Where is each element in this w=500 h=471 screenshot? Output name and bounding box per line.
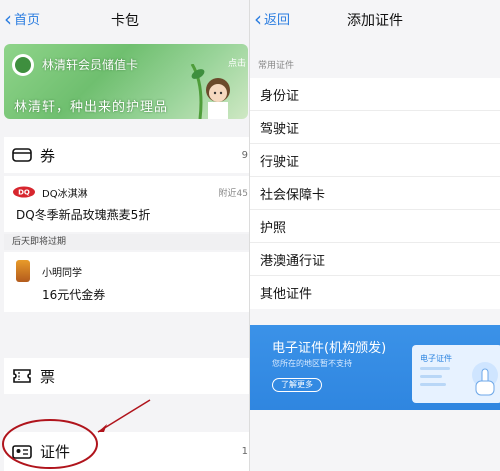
learn-more-button[interactable]: 了解更多 bbox=[272, 378, 322, 392]
id-item-hk-macau-permit[interactable]: 港澳通行证 bbox=[250, 243, 500, 276]
cartoon-girl-illustration bbox=[190, 64, 230, 119]
ids-label: 证件 bbox=[40, 443, 71, 461]
coupons-section[interactable]: 券 9 bbox=[4, 137, 250, 173]
expiring-notice: 后天即将过期 bbox=[4, 234, 250, 250]
card-wallet-pane: ‹ 首页 卡包 林清轩会员储值卡 点击 林清轩，种出来的护理品 券 9 DQ D… bbox=[0, 0, 250, 471]
id-item-passport[interactable]: 护照 bbox=[250, 210, 500, 243]
svg-text:DQ: DQ bbox=[18, 189, 30, 197]
card-slogan: 林清轩，种出来的护理品 bbox=[14, 100, 169, 115]
card-name: 林清轩会员储值卡 bbox=[42, 58, 139, 72]
id-card-icon bbox=[12, 444, 32, 459]
membership-card[interactable]: 林清轩会员储值卡 点击 林清轩，种出来的护理品 bbox=[4, 44, 248, 119]
coupon-title: DQ冬季新品玫瑰燕麦5折 bbox=[16, 208, 151, 222]
left-navbar: ‹ 首页 卡包 bbox=[0, 0, 250, 40]
chevron-left-icon: ‹ bbox=[254, 6, 262, 31]
back-button[interactable]: ‹ 返回 bbox=[254, 6, 291, 31]
dq-logo-icon: DQ bbox=[13, 186, 35, 198]
ids-section[interactable]: 证件 1 bbox=[4, 432, 250, 471]
coupon-item-xiaoming[interactable]: 小明同学 16元代金券 bbox=[4, 252, 250, 312]
coupons-count: 9 bbox=[241, 149, 248, 161]
id-item-other[interactable]: 其他证件 bbox=[250, 276, 500, 309]
electronic-id-banner[interactable]: 电子证件(机构颁发) 您所在的地区暂不支持 了解更多 电子证件 bbox=[250, 325, 500, 410]
coupon-icon bbox=[12, 148, 32, 162]
ticket-icon bbox=[13, 369, 31, 383]
coupon-distance: 附近45 bbox=[218, 189, 248, 199]
card-illustration-title: 电子证件 bbox=[420, 354, 452, 363]
banner-title: 电子证件(机构颁发) bbox=[272, 341, 387, 356]
back-to-home-button[interactable]: ‹ 首页 bbox=[4, 6, 41, 31]
coupon-item-dq[interactable]: DQ DQ冰淇淋 附近45 DQ冬季新品玫瑰燕麦5折 bbox=[4, 176, 250, 232]
page-title: 卡包 bbox=[111, 13, 139, 29]
hand-touch-icon bbox=[472, 362, 498, 396]
coupons-label: 券 bbox=[40, 146, 56, 165]
banner-subtitle: 您所在的地区暂不支持 bbox=[272, 359, 352, 368]
id-item-driver-license[interactable]: 驾驶证 bbox=[250, 111, 500, 144]
brand-logo-icon bbox=[16, 260, 30, 282]
back-label: 返回 bbox=[264, 13, 291, 28]
tickets-section[interactable]: 票 bbox=[4, 358, 250, 394]
id-type-list: 身份证 驾驶证 行驶证 社会保障卡 护照 港澳通行证 其他证件 bbox=[250, 78, 500, 309]
id-item-social-security[interactable]: 社会保障卡 bbox=[250, 177, 500, 210]
coupon-title: 16元代金券 bbox=[42, 288, 106, 302]
brand-logo-icon bbox=[12, 54, 34, 76]
page-title: 添加证件 bbox=[347, 13, 403, 29]
common-ids-header: 常用证件 bbox=[258, 61, 295, 71]
coupon-brand: 小明同学 bbox=[42, 268, 82, 279]
ids-count: 1 bbox=[241, 446, 248, 457]
id-item-id-card[interactable]: 身份证 bbox=[250, 78, 500, 111]
chevron-left-icon: ‹ bbox=[4, 6, 12, 31]
back-label: 首页 bbox=[14, 13, 41, 28]
tickets-label: 票 bbox=[40, 367, 56, 386]
id-item-vehicle-license[interactable]: 行驶证 bbox=[250, 144, 500, 177]
e-id-card-illustration: 电子证件 bbox=[412, 345, 500, 403]
card-lines-icon bbox=[420, 367, 450, 386]
coupon-brand: DQ冰淇淋 bbox=[42, 189, 88, 200]
right-navbar: ‹ 返回 添加证件 bbox=[250, 0, 500, 40]
